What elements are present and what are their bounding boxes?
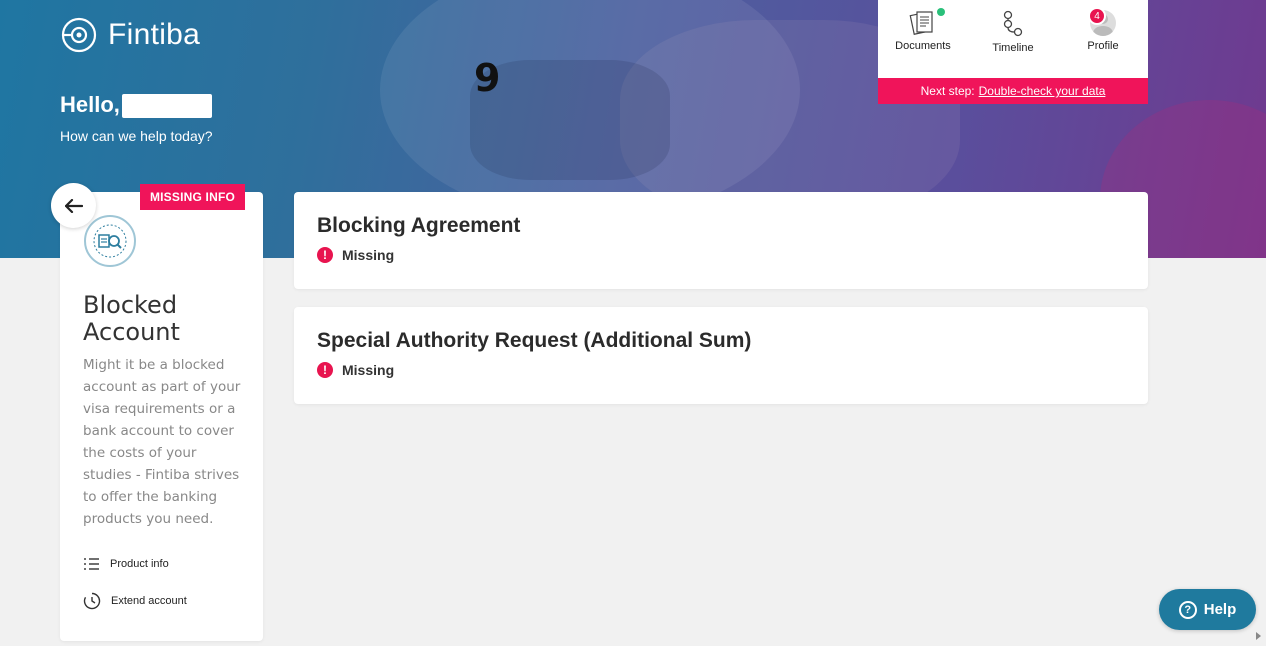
greeting-subtitle: How can we help today?	[60, 128, 213, 144]
greeting-text: Hello,	[60, 92, 120, 117]
help-label: Help	[1203, 601, 1237, 618]
brand-logo[interactable]: Fintiba	[60, 16, 200, 54]
help-button[interactable]: ? Help	[1159, 589, 1256, 630]
list-icon	[84, 558, 99, 570]
document-status-label: Missing	[342, 247, 395, 263]
document-status: ! Missing	[317, 362, 394, 378]
product-description: Might it be a blocked account as part of…	[83, 357, 241, 527]
document-title: Blocking Agreement	[317, 214, 521, 237]
next-step-bar: Next step: Double-check your data	[878, 78, 1148, 104]
profile-notification-badge: 4	[1088, 7, 1106, 25]
extend-account-label: Extend account	[111, 595, 187, 607]
document-card[interactable]: Blocking Agreement ! Missing	[294, 192, 1148, 289]
back-button[interactable]	[51, 183, 96, 228]
next-step-prefix: Next step:	[920, 84, 975, 98]
clock-icon	[83, 592, 101, 610]
product-title: Blocked Account	[83, 291, 180, 346]
document-status-label: Missing	[342, 362, 395, 378]
alert-icon: !	[317, 362, 333, 378]
fintiba-logo-icon	[61, 17, 97, 53]
nav-documents[interactable]: Documents	[878, 0, 968, 78]
next-step-link[interactable]: Double-check your data	[979, 84, 1106, 98]
greeting: Hello,	[60, 92, 212, 119]
document-card[interactable]: Special Authority Request (Additional Su…	[294, 307, 1148, 404]
document-title: Special Authority Request (Additional Su…	[317, 329, 752, 352]
nav-profile[interactable]: 4 Profile	[1058, 0, 1148, 78]
product-info-link[interactable]: Product info	[83, 557, 169, 571]
arrow-left-icon	[64, 198, 83, 213]
redacted-username	[121, 94, 212, 119]
scroll-arrow-icon[interactable]	[1256, 632, 1261, 640]
documents-status-dot	[937, 8, 945, 16]
timeline-icon	[1003, 10, 1023, 37]
product-info-label: Product info	[110, 558, 169, 570]
document-status: ! Missing	[317, 247, 394, 263]
nav-profile-label: Profile	[1087, 40, 1119, 52]
blocked-account-icon	[84, 215, 136, 267]
missing-info-tag: MISSING INFO	[140, 184, 245, 210]
brand-name: Fintiba	[108, 18, 201, 51]
question-icon: ?	[1178, 600, 1197, 619]
overlay-number: 9	[474, 56, 501, 100]
nav-timeline-label: Timeline	[992, 42, 1034, 54]
top-nav: Documents Timeline 4 Profile	[878, 0, 1148, 78]
nav-timeline[interactable]: Timeline	[968, 0, 1058, 78]
alert-icon: !	[317, 247, 333, 263]
nav-documents-label: Documents	[895, 40, 951, 52]
extend-account-link[interactable]: Extend account	[83, 592, 187, 610]
documents-icon	[909, 11, 933, 35]
